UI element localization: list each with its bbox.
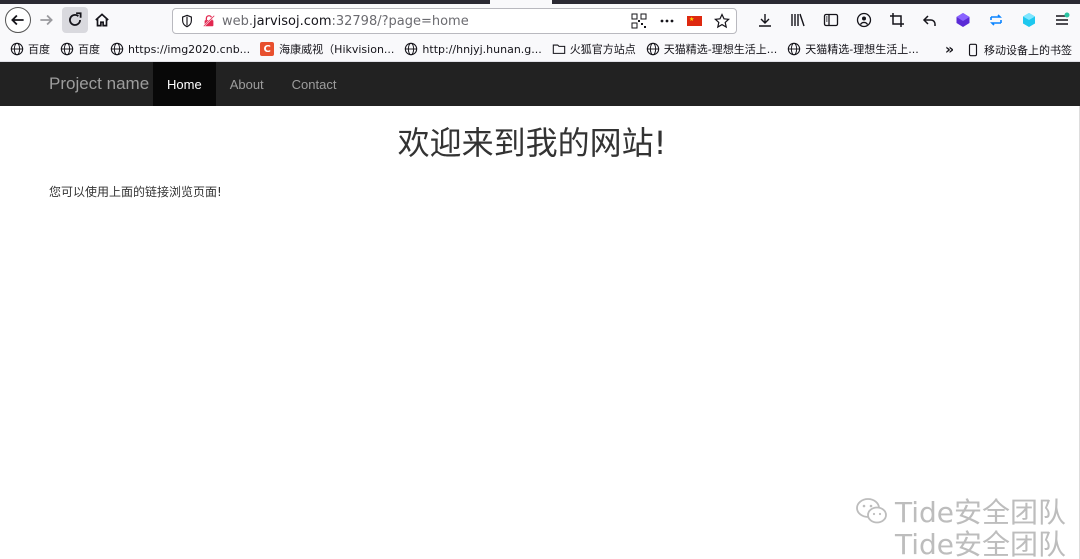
crop-icon — [890, 13, 904, 27]
cyan-hexagon-icon — [1023, 13, 1035, 27]
mobile-bookmarks[interactable]: 移动设备上的书签 — [966, 42, 1072, 58]
bookmark-item[interactable]: 天猫精选-理想生活上... — [787, 41, 919, 57]
arrow-right-icon — [40, 14, 53, 26]
reload-icon — [69, 12, 82, 26]
globe-icon — [60, 42, 74, 56]
bookmark-label: 百度 — [28, 43, 50, 56]
bookmark-label: 天猫精选-理想生活上... — [805, 43, 919, 56]
forward-button[interactable] — [33, 7, 59, 33]
extension-cyan-button[interactable] — [1019, 10, 1039, 30]
bookmark-label: 百度 — [78, 43, 100, 56]
crop-button[interactable] — [887, 10, 907, 30]
insecure-lock-icon[interactable] — [202, 14, 216, 28]
wechat-icon — [856, 498, 887, 524]
china-flag-icon[interactable] — [687, 16, 702, 26]
home-button[interactable] — [89, 7, 115, 33]
nav-about[interactable]: About — [216, 62, 278, 106]
reload-button[interactable] — [62, 7, 88, 33]
bookmark-item[interactable]: http://hnjyj.hunan.g... — [404, 42, 542, 56]
globe-icon — [10, 42, 24, 56]
chevron-double-right-icon[interactable]: » — [945, 42, 954, 58]
url-bar[interactable]: web.jarvisoj.com:32798/?page=home — [172, 8, 737, 34]
bookmark-item[interactable]: C 海康威视（Hikvision... — [260, 41, 394, 57]
bookmark-label: 火狐官方站点 — [569, 43, 636, 56]
brand-link[interactable]: Project name — [49, 74, 149, 94]
qr-code-icon[interactable] — [631, 13, 647, 29]
globe-icon — [110, 42, 124, 56]
bookmark-label: 海康威视（Hikvision... — [279, 43, 395, 56]
page-title: 欢迎来到我的网站! — [397, 124, 667, 162]
hamburger-menu-icon — [1056, 12, 1070, 25]
star-bookmark-icon[interactable] — [714, 13, 730, 29]
bookmark-label: 天猫精选-理想生活上... — [663, 43, 778, 56]
globe-icon — [788, 42, 801, 56]
globe-icon — [405, 42, 418, 56]
bookmark-label: http://hnjyj.hunan.g... — [422, 42, 542, 56]
extension-purple-button[interactable] — [953, 10, 973, 30]
account-button[interactable] — [854, 10, 874, 30]
download-button[interactable] — [755, 10, 775, 30]
library-button[interactable] — [788, 10, 808, 30]
library-icon — [791, 13, 805, 27]
more-actions-icon[interactable] — [659, 13, 675, 29]
bookmark-item[interactable]: https://img2020.cnb... — [110, 42, 250, 56]
arrow-left-icon — [11, 14, 24, 26]
undo-button[interactable] — [920, 10, 940, 30]
download-icon — [759, 14, 771, 27]
purple-cube-icon — [956, 13, 970, 27]
watermark-text-2: Tide安全团队 — [894, 528, 1066, 559]
bookmark-item[interactable]: 百度 — [10, 41, 50, 57]
home-icon — [95, 13, 109, 27]
intro-text: 您可以使用上面的链接浏览页面! — [49, 185, 222, 199]
sidebar-icon — [823, 13, 839, 27]
menu-button[interactable] — [1052, 10, 1072, 30]
mobile-bookmarks-label: 移动设备上的书签 — [984, 44, 1072, 57]
blue-arrows-icon — [990, 14, 1002, 26]
bookmark-label: https://img2020.cnb... — [128, 42, 251, 56]
site-navbar: Project name Home About Contact — [0, 62, 1080, 106]
sidebar-button[interactable] — [821, 10, 841, 30]
bookmark-folder[interactable]: 火狐官方站点 — [552, 41, 636, 57]
mobile-device-icon — [968, 43, 978, 57]
undo-arrow-icon — [922, 15, 936, 26]
shield-icon[interactable] — [180, 14, 194, 28]
c-logo-icon: C — [260, 42, 275, 56]
folder-icon — [552, 44, 565, 54]
bookmarks-toolbar: 百度 百度 https://img2020.cnb... C 海康威视（Hikv… — [0, 37, 1080, 62]
browser-toolbar: web.jarvisoj.com:32798/?page=home — [0, 4, 1080, 37]
page-content: 欢迎来到我的网站! 您可以使用上面的链接浏览页面! Tide安全团队 Tide安… — [0, 106, 1080, 559]
bookmark-item[interactable]: 百度 — [60, 41, 100, 57]
back-button[interactable] — [5, 7, 31, 33]
nav-home[interactable]: Home — [153, 62, 216, 106]
account-icon — [856, 12, 872, 28]
nav-contact[interactable]: Contact — [278, 62, 351, 106]
extension-blue-button[interactable] — [986, 10, 1006, 30]
globe-icon — [646, 42, 659, 56]
nav-links: Home About Contact — [153, 62, 350, 106]
bookmark-item[interactable]: 天猫精选-理想生活上... — [646, 41, 777, 57]
url-text[interactable]: web.jarvisoj.com:32798/?page=home — [222, 14, 469, 29]
